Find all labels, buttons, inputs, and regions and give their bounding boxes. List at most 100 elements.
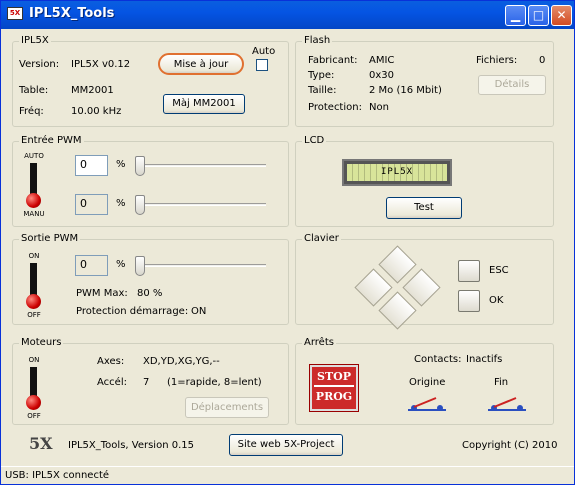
copyright: Copyright (C) 2010 <box>462 440 558 451</box>
switch-on-label: ON <box>28 252 40 260</box>
pwm-input-slider-1[interactable] <box>135 156 266 176</box>
accel-label: Accél: <box>97 377 127 388</box>
auto-label: Auto <box>252 46 276 57</box>
fabricant-label: Fabricant: <box>308 55 358 66</box>
switch-knob <box>26 294 41 309</box>
pwm-output-unit: % <box>116 259 126 270</box>
lcd-group: LCD IPL5X Test <box>295 135 554 227</box>
keypad-legend: Clavier <box>302 233 341 244</box>
motors-on-off-switch[interactable]: ON OFF <box>14 356 54 422</box>
minimize-button[interactable]: ▁ <box>505 5 526 26</box>
maximize-button[interactable]: □ <box>528 5 549 26</box>
start-protection-value: ON <box>191 306 207 317</box>
flash-legend: Flash <box>302 35 333 46</box>
fichiers-value: 0 <box>539 55 546 66</box>
details-button[interactable]: Détails <box>478 75 546 95</box>
website-button[interactable]: Site web 5X-Project <box>229 434 343 456</box>
switch-manu-label: MANU <box>23 210 45 218</box>
origin-label: Origine <box>409 377 446 388</box>
ipl5x-legend: IPL5X <box>19 35 51 46</box>
pwm-output-legend: Sortie PWM <box>19 233 81 244</box>
origin-switch-icon <box>408 397 446 411</box>
contacts-label: Contacts: <box>414 354 462 365</box>
switch-off-label: OFF <box>27 412 41 420</box>
ok-label: OK <box>489 295 504 306</box>
stops-legend: Arrêts <box>302 337 336 348</box>
lcd-legend: LCD <box>302 135 327 146</box>
motors-legend: Moteurs <box>19 337 64 348</box>
stops-group: Arrêts Contacts: Inactifs STOP PROG Orig… <box>295 337 554 425</box>
maximize-icon: □ <box>532 8 545 22</box>
pwm-max-label: PWM Max: <box>76 288 128 299</box>
type-label: Type: <box>308 70 335 81</box>
lcd-test-button[interactable]: Test <box>386 197 462 219</box>
protection-label: Protection: <box>308 102 362 113</box>
keypad-group: Clavier ESC OK <box>295 233 554 330</box>
main-window: 5X IPL5X_Tools ▁ □ ✕ IPL5X Version: IPL5… <box>0 0 575 485</box>
on-off-switch[interactable]: ON OFF <box>14 252 54 322</box>
switch-knob <box>26 395 41 410</box>
esc-button[interactable] <box>458 260 480 282</box>
fichiers-label: Fichiers: <box>476 55 518 66</box>
stop-text: STOP <box>317 370 351 383</box>
freq-label: Fréq: <box>19 106 44 117</box>
taille-value: 2 Mo (16 Mbit) <box>369 85 442 96</box>
5x-logo: 5X <box>29 434 53 453</box>
end-switch-icon <box>488 397 526 411</box>
stop-prog-button[interactable]: STOP PROG <box>309 364 359 412</box>
pwm-input-legend: Entrée PWM <box>19 135 84 146</box>
title-bar[interactable]: 5X IPL5X_Tools ▁ □ ✕ <box>1 1 574 29</box>
slider-thumb[interactable] <box>135 256 145 276</box>
switch-knob <box>26 193 41 208</box>
switch-on-label: ON <box>28 356 40 364</box>
key-right-button[interactable] <box>402 268 441 307</box>
switch-off-label: OFF <box>27 311 41 319</box>
status-bar: USB: IPL5X connecté <box>1 466 574 484</box>
pwm-output-slider[interactable] <box>135 256 266 276</box>
slider-thumb[interactable] <box>135 195 145 215</box>
close-button[interactable]: ✕ <box>551 5 572 26</box>
pwm-input-value-2[interactable]: 0 <box>75 194 108 215</box>
prog-text: PROG <box>314 385 354 403</box>
ok-button[interactable] <box>458 290 480 312</box>
axes-value: XD,YD,XG,YG,-- <box>143 356 220 367</box>
close-icon: ✕ <box>556 8 567 22</box>
end-label: Fin <box>494 377 509 388</box>
axes-label: Axes: <box>97 356 125 367</box>
pwm-output-value[interactable]: 0 <box>75 255 108 276</box>
pwm-input-group: Entrée PWM AUTO MANU 0 % 0 % <box>12 135 289 227</box>
switch-auto-label: AUTO <box>24 152 44 160</box>
protection-value: Non <box>369 102 389 113</box>
accel-value: 7 <box>143 377 150 388</box>
taille-label: Taille: <box>308 85 337 96</box>
slider-thumb[interactable] <box>135 156 145 176</box>
motors-group: Moteurs ON OFF Axes: XD,YD,XG,YG,-- Accé… <box>12 337 289 425</box>
version-value: IPL5X v0.12 <box>71 59 131 70</box>
minimize-icon: ▁ <box>510 8 521 22</box>
table-label: Table: <box>19 85 49 96</box>
contacts-value: Inactifs <box>466 354 503 365</box>
lcd-text: IPL5X <box>347 164 447 181</box>
moves-button[interactable]: Déplacements <box>185 397 269 418</box>
fabricant-value: AMIC <box>369 55 395 66</box>
auto-checkbox[interactable] <box>256 59 268 71</box>
freq-value: 10.00 kHz <box>71 106 122 117</box>
flash-group: Flash Fabricant: AMIC Fichiers: 0 Type: … <box>295 35 554 127</box>
key-down-button[interactable] <box>378 291 417 330</box>
pwm-input-unit-1: % <box>116 159 126 170</box>
window-title: IPL5X_Tools <box>29 6 115 21</box>
table-value: MM2001 <box>71 85 114 96</box>
esc-label: ESC <box>489 265 509 276</box>
type-value: 0x30 <box>369 70 395 81</box>
pwm-input-slider-2[interactable] <box>135 195 266 215</box>
maj-mm2001-button[interactable]: Màj MM2001 <box>163 94 245 114</box>
pwm-input-value-1[interactable]: 0 <box>75 155 108 176</box>
footer-version: IPL5X_Tools, Version 0.15 <box>68 440 194 451</box>
auto-manu-switch[interactable]: AUTO MANU <box>14 152 54 222</box>
lcd-display: IPL5X <box>342 159 452 186</box>
ipl5x-group: IPL5X Version: IPL5X v0.12 Mise à jour A… <box>12 35 289 127</box>
update-button[interactable]: Mise à jour <box>158 53 244 75</box>
client-area: IPL5X Version: IPL5X v0.12 Mise à jour A… <box>4 29 571 481</box>
app-5x-icon[interactable]: 5X <box>7 7 23 20</box>
start-protection-label: Protection démarrage: <box>76 306 189 317</box>
